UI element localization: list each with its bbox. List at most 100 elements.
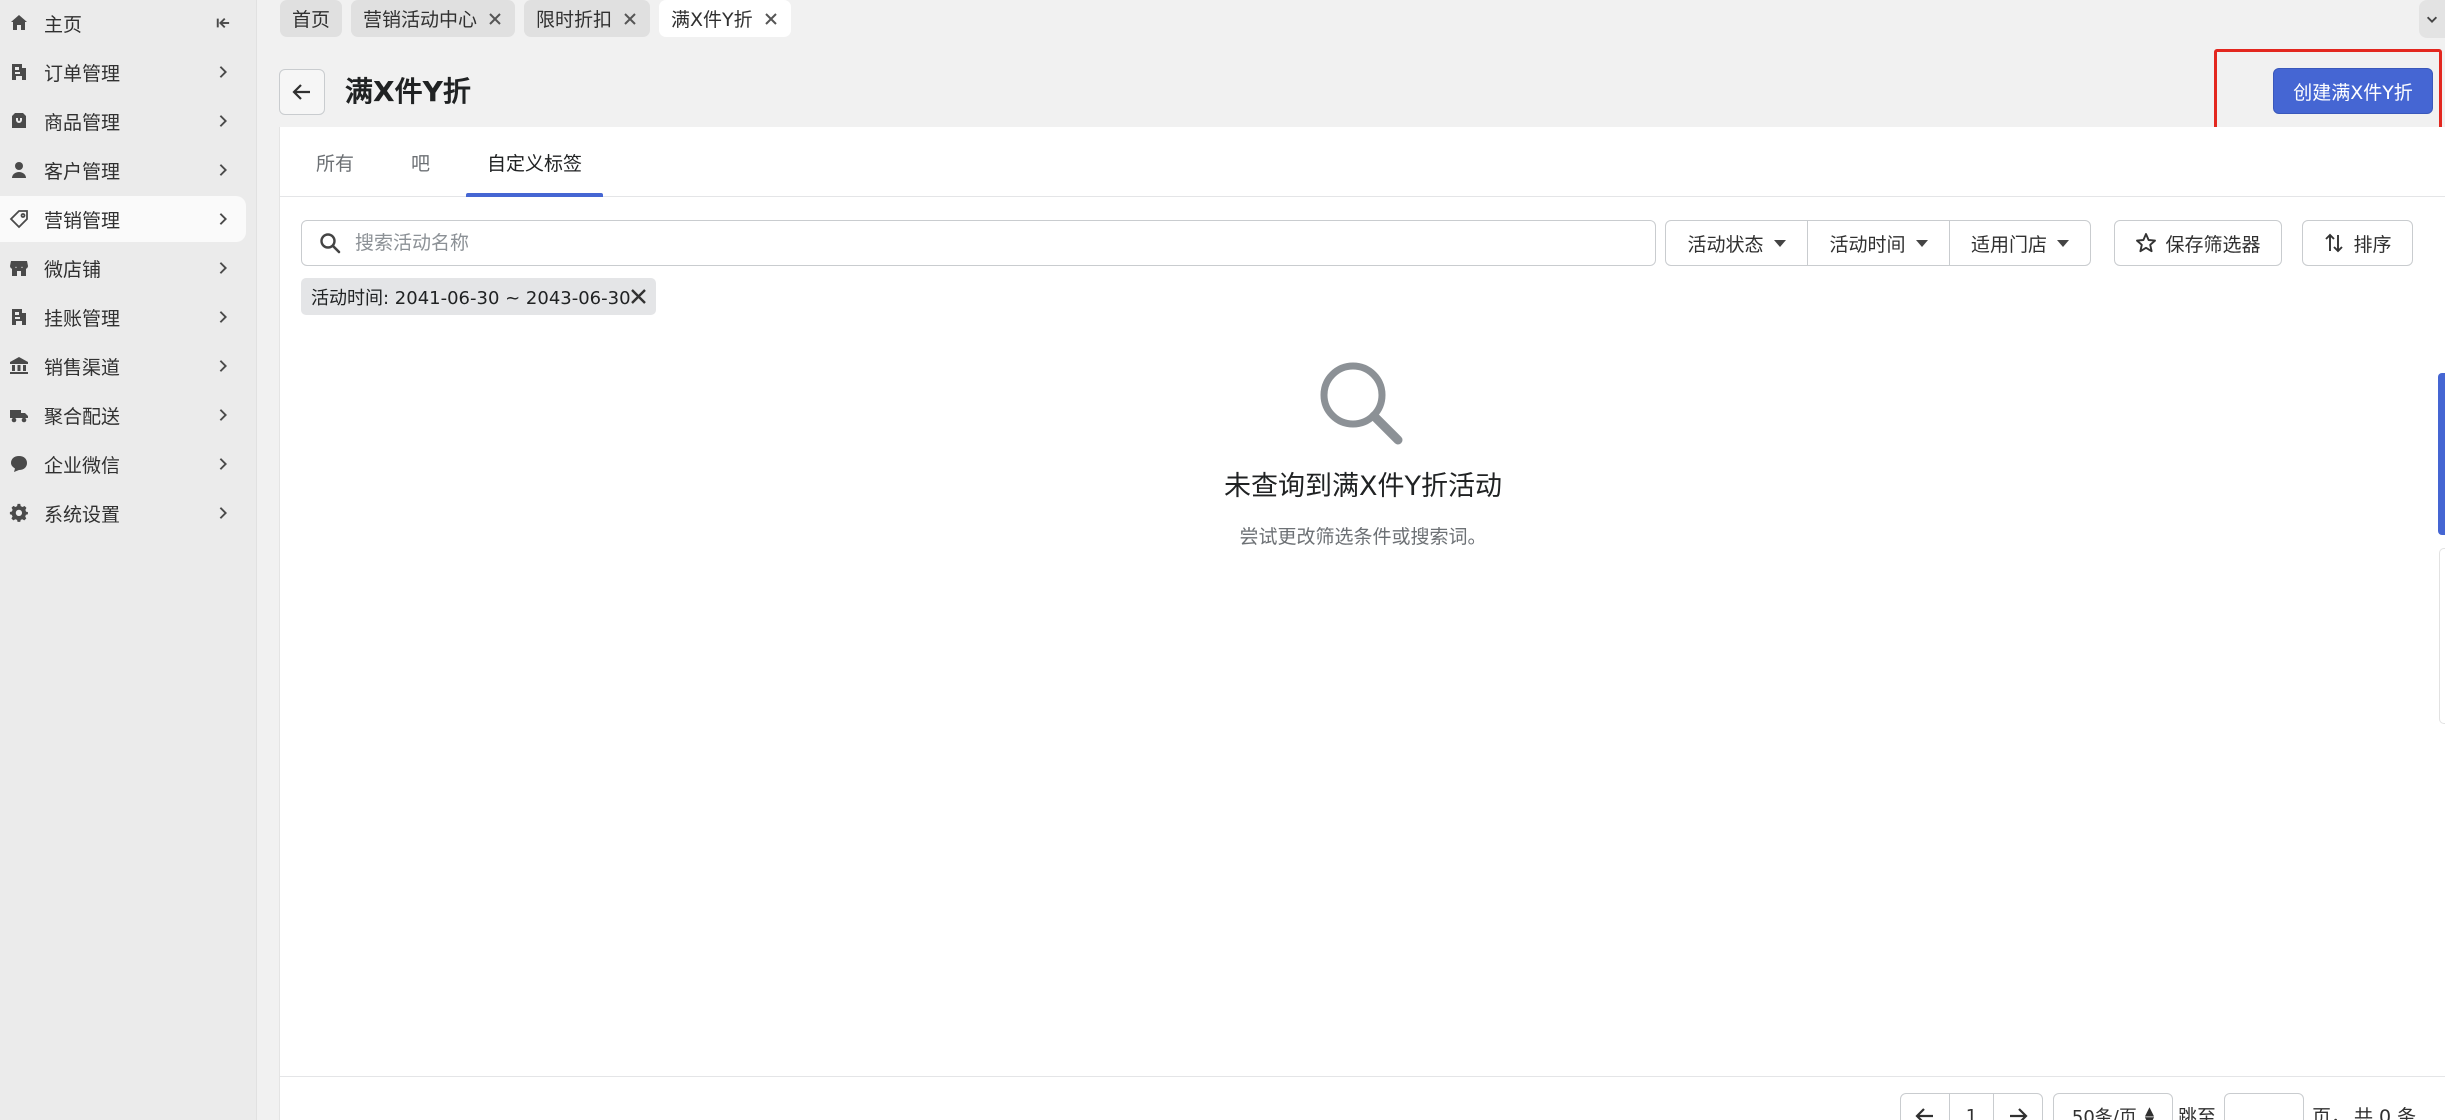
remove-filter-icon[interactable] [628,286,648,306]
time-filter-button[interactable]: 活动时间 [1808,221,1950,265]
view-tab-ba[interactable]: 吧 [411,127,430,197]
caret-down-icon [2057,239,2069,247]
total-count: 共 0 条 [2354,1106,2417,1120]
page-size-label: 50条/页 [2071,1107,2137,1120]
chevron-right-icon [212,208,234,230]
scrollbar-thumb[interactable] [2438,373,2445,535]
close-icon[interactable] [622,11,638,27]
sidebar-item-delivery[interactable]: 聚合配送 [0,392,246,438]
search-field[interactable] [301,220,1656,266]
page-title: 满X件Y折 [345,75,471,108]
save-filter-button[interactable]: 保存筛选器 [2114,220,2282,266]
side-drawer-handle[interactable] [2439,548,2445,724]
filter-label: 活动时间 [1829,233,1906,256]
arrow-left-icon [1914,1105,1936,1120]
page-tab-bar: 首页 营销活动中心 限时折扣 满X件Y折 [257,0,2445,38]
view-tab-custom[interactable]: 自定义标签 [487,127,582,197]
store-filter-button[interactable]: 适用门店 [1950,221,2090,265]
page-size-select[interactable]: 50条/页 ▲▼ [2053,1093,2173,1120]
sidebar-item-label: 订单管理 [44,62,121,85]
active-tab-indicator [466,193,603,197]
orders-icon [8,61,30,83]
sidebar-item-label: 挂账管理 [44,307,121,330]
tab-home[interactable]: 首页 [280,0,343,37]
sidebar-item-label: 聚合配送 [44,405,121,428]
sidebar-item-label: 营销管理 [44,209,121,232]
store-icon [8,257,30,279]
sidebar-item-home[interactable]: 主页 [0,0,246,46]
collapse-sidebar-icon[interactable] [212,12,234,34]
sidebar-item-credit[interactable]: 挂账管理 [0,294,246,340]
sort-icon [2323,232,2353,254]
sidebar-item-settings[interactable]: 系统设置 [0,490,246,536]
delivery-icon [8,404,30,426]
star-icon [2135,232,2165,254]
arrow-left-icon [291,81,313,103]
tab-label: 营销活动中心 [363,9,478,31]
sidebar-item-orders[interactable]: 订单管理 [0,49,246,95]
chevron-right-icon [212,502,234,524]
close-icon[interactable] [487,11,503,27]
sort-button[interactable]: 排序 [2302,220,2413,266]
sidebar-item-label: 商品管理 [44,111,121,134]
applied-filter-chip: 活动时间: 2041-06-30 ~ 2043-06-30 [301,278,656,315]
create-activity-button[interactable]: 创建满X件Y折 [2273,68,2433,114]
chevron-right-icon [212,404,234,426]
chevron-right-icon [212,110,234,132]
tag-icon [8,208,30,230]
chevron-right-icon [212,355,234,377]
empty-search-icon [1315,357,1407,449]
sidebar-item-label: 主页 [44,13,83,36]
status-filter-button[interactable]: 活动状态 [1666,221,1808,265]
credit-icon [8,306,30,328]
next-page-button[interactable] [1993,1093,2043,1120]
page-suffix-label: 页， [2312,1106,2351,1120]
sidebar-item-label: 企业微信 [44,454,121,477]
sidebar-item-products[interactable]: 商品管理 [0,98,246,144]
chevron-right-icon [212,159,234,181]
save-filter-label: 保存筛选器 [2165,233,2261,256]
sidebar-item-marketing[interactable]: 营销管理 [0,196,246,242]
tab-label: 满X件Y折 [671,9,753,31]
sidebar: 主页 订单管理 商品管理 客户管理 营销管理 微店铺 挂账管理 销售渠道 聚合配… [0,0,257,1120]
chevron-right-icon [212,61,234,83]
chip-label: 活动时间: 2041-06-30 ~ 2043-06-30 [311,287,631,309]
home-icon [8,12,30,34]
sidebar-item-label: 客户管理 [44,160,121,183]
tab-label: 限时折扣 [536,9,613,31]
select-arrows-icon: ▲▼ [2144,1104,2155,1120]
prev-page-button[interactable] [1900,1093,1950,1120]
caret-down-icon [1915,239,1928,247]
search-input[interactable] [355,232,1655,254]
sidebar-item-label: 微店铺 [44,258,102,281]
chat-icon [8,453,30,475]
sort-label: 排序 [2353,233,2392,256]
current-page: 1 [1949,1093,1994,1120]
jump-page-input[interactable] [2224,1093,2304,1120]
sidebar-item-store[interactable]: 微店铺 [0,245,246,291]
customer-icon [8,159,30,181]
sidebar-item-channels[interactable]: 销售渠道 [0,343,246,389]
arrow-right-icon [2007,1105,2029,1120]
sidebar-item-customers[interactable]: 客户管理 [0,147,246,193]
back-button[interactable] [279,69,325,115]
filter-label: 适用门店 [1970,233,2047,256]
close-icon[interactable] [763,11,779,27]
products-icon [8,110,30,132]
tab-marketing-center[interactable]: 营销活动中心 [351,0,516,37]
chevron-right-icon [212,257,234,279]
filter-group: 活动状态 活动时间 适用门店 [1665,220,2091,266]
chevron-down-icon [2425,12,2439,26]
sidebar-item-label: 销售渠道 [44,356,121,379]
view-tab-all[interactable]: 所有 [316,127,354,197]
filter-label: 活动状态 [1687,233,1764,256]
jump-label: 跳至 [2178,1106,2217,1120]
tab-x-items-y-discount[interactable]: 满X件Y折 [659,0,791,37]
sidebar-item-wecom[interactable]: 企业微信 [0,441,246,487]
search-icon [302,232,355,254]
tab-limited-discount[interactable]: 限时折扣 [524,0,651,37]
tab-overflow-button[interactable] [2419,0,2445,38]
activity-list-card: 所有 吧 自定义标签 活动状态 活动时间 适用门店 保存筛选器 [279,127,2445,1120]
sidebar-item-label: 系统设置 [44,503,121,526]
bank-icon [8,355,30,377]
